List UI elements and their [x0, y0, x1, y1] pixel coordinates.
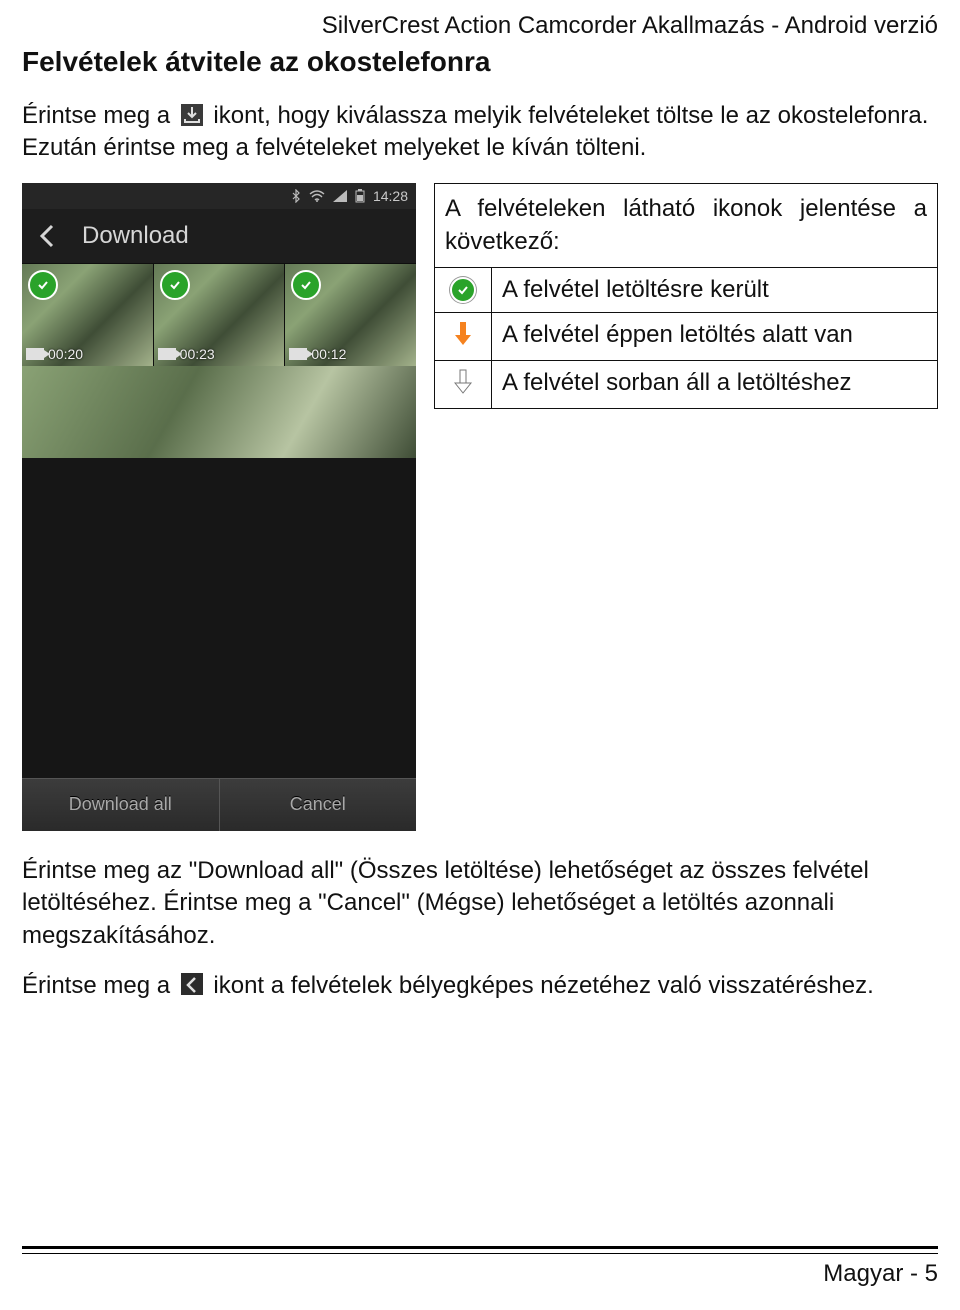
- selected-check-icon: [160, 270, 190, 300]
- status-time: 14:28: [373, 188, 408, 204]
- p1-before-icon: Érintse meg a: [22, 102, 177, 129]
- paragraph-3: Érintse meg a ikont a felvételek bélyegk…: [22, 970, 938, 1002]
- status-bar: 14:28: [22, 183, 416, 209]
- screen-empty-area: [22, 458, 416, 778]
- selected-check-icon: [28, 270, 58, 300]
- paragraph-1: Érintse meg a ikont, hogy kiválassza mel…: [22, 100, 938, 165]
- page-number: Magyar - 5: [22, 1260, 938, 1288]
- cancel-button[interactable]: Cancel: [219, 779, 417, 831]
- bluetooth-icon: [291, 189, 301, 203]
- legend-icon-cell: [435, 361, 492, 408]
- queued-arrow-icon: [453, 369, 473, 400]
- back-icon[interactable]: [32, 220, 64, 252]
- selected-check-icon: [291, 270, 321, 300]
- legend-row: A felvétel sorban áll a letöltéshez: [435, 361, 937, 408]
- thumbnail[interactable]: 00:23: [154, 264, 286, 366]
- legend-row: A felvétel éppen letöltés alatt van: [435, 313, 937, 361]
- thumbnail-meta: 00:23: [158, 346, 215, 362]
- video-icon: [26, 348, 44, 360]
- legend-text: A felvétel sorban áll a letöltéshez: [492, 361, 937, 408]
- icon-legend-table: A felvételeken látható ikonok jelentése …: [434, 183, 938, 409]
- screen-title-bar: Download: [22, 209, 416, 264]
- legend-intro: A felvételeken látható ikonok jelentése …: [435, 184, 937, 268]
- document-page: SilverCrest Action Camcorder Akallmazás …: [0, 0, 960, 1310]
- thumbnail-duration: 00:20: [48, 346, 83, 362]
- thumbnail-duration: 00:12: [311, 346, 346, 362]
- paragraph-2: Érintse meg az "Download all" (Összes le…: [22, 855, 938, 952]
- page-footer: Magyar - 5: [22, 1246, 938, 1288]
- download-icon: [181, 104, 203, 126]
- p3-after-icon: ikont a felvételek bélyegképes nézetéhez…: [213, 972, 873, 999]
- signal-icon: [333, 190, 347, 202]
- legend-icon-cell: [435, 268, 492, 312]
- back-chevron-icon: [181, 973, 203, 995]
- downloaded-check-icon: [450, 277, 476, 303]
- footer-rule: [22, 1253, 938, 1254]
- footer-rule: [22, 1246, 938, 1249]
- section-title: Felvételek átvitele az okostelefonra: [22, 46, 938, 78]
- phone-frame: 14:28 Download 00:20: [22, 183, 416, 831]
- legend-text: A felvétel éppen letöltés alatt van: [492, 313, 937, 360]
- thumbnail-large[interactable]: [22, 366, 416, 458]
- running-header: SilverCrest Action Camcorder Akallmazás …: [22, 12, 938, 40]
- thumbnail-row: 00:20 00:23: [22, 264, 416, 366]
- android-screenshot: 14:28 Download 00:20: [22, 183, 416, 831]
- legend-text: A felvétel letöltésre került: [492, 268, 937, 312]
- thumbnail-meta: 00:20: [26, 346, 83, 362]
- video-icon: [289, 348, 307, 360]
- legend-row: A felvétel letöltésre került: [435, 268, 937, 313]
- thumbnail-duration: 00:23: [180, 346, 215, 362]
- p3-before-icon: Érintse meg a: [22, 972, 177, 999]
- bottom-action-bar: Download all Cancel: [22, 778, 416, 831]
- video-icon: [158, 348, 176, 360]
- thumbnail[interactable]: 00:20: [22, 264, 154, 366]
- download-all-button[interactable]: Download all: [22, 779, 219, 831]
- thumbnail[interactable]: 00:12: [285, 264, 416, 366]
- battery-icon: [355, 189, 365, 203]
- screen-title: Download: [82, 222, 189, 250]
- wifi-icon: [309, 190, 325, 202]
- legend-icon-cell: [435, 313, 492, 360]
- thumbnail-meta: 00:12: [289, 346, 346, 362]
- downloading-arrow-icon: [453, 321, 473, 352]
